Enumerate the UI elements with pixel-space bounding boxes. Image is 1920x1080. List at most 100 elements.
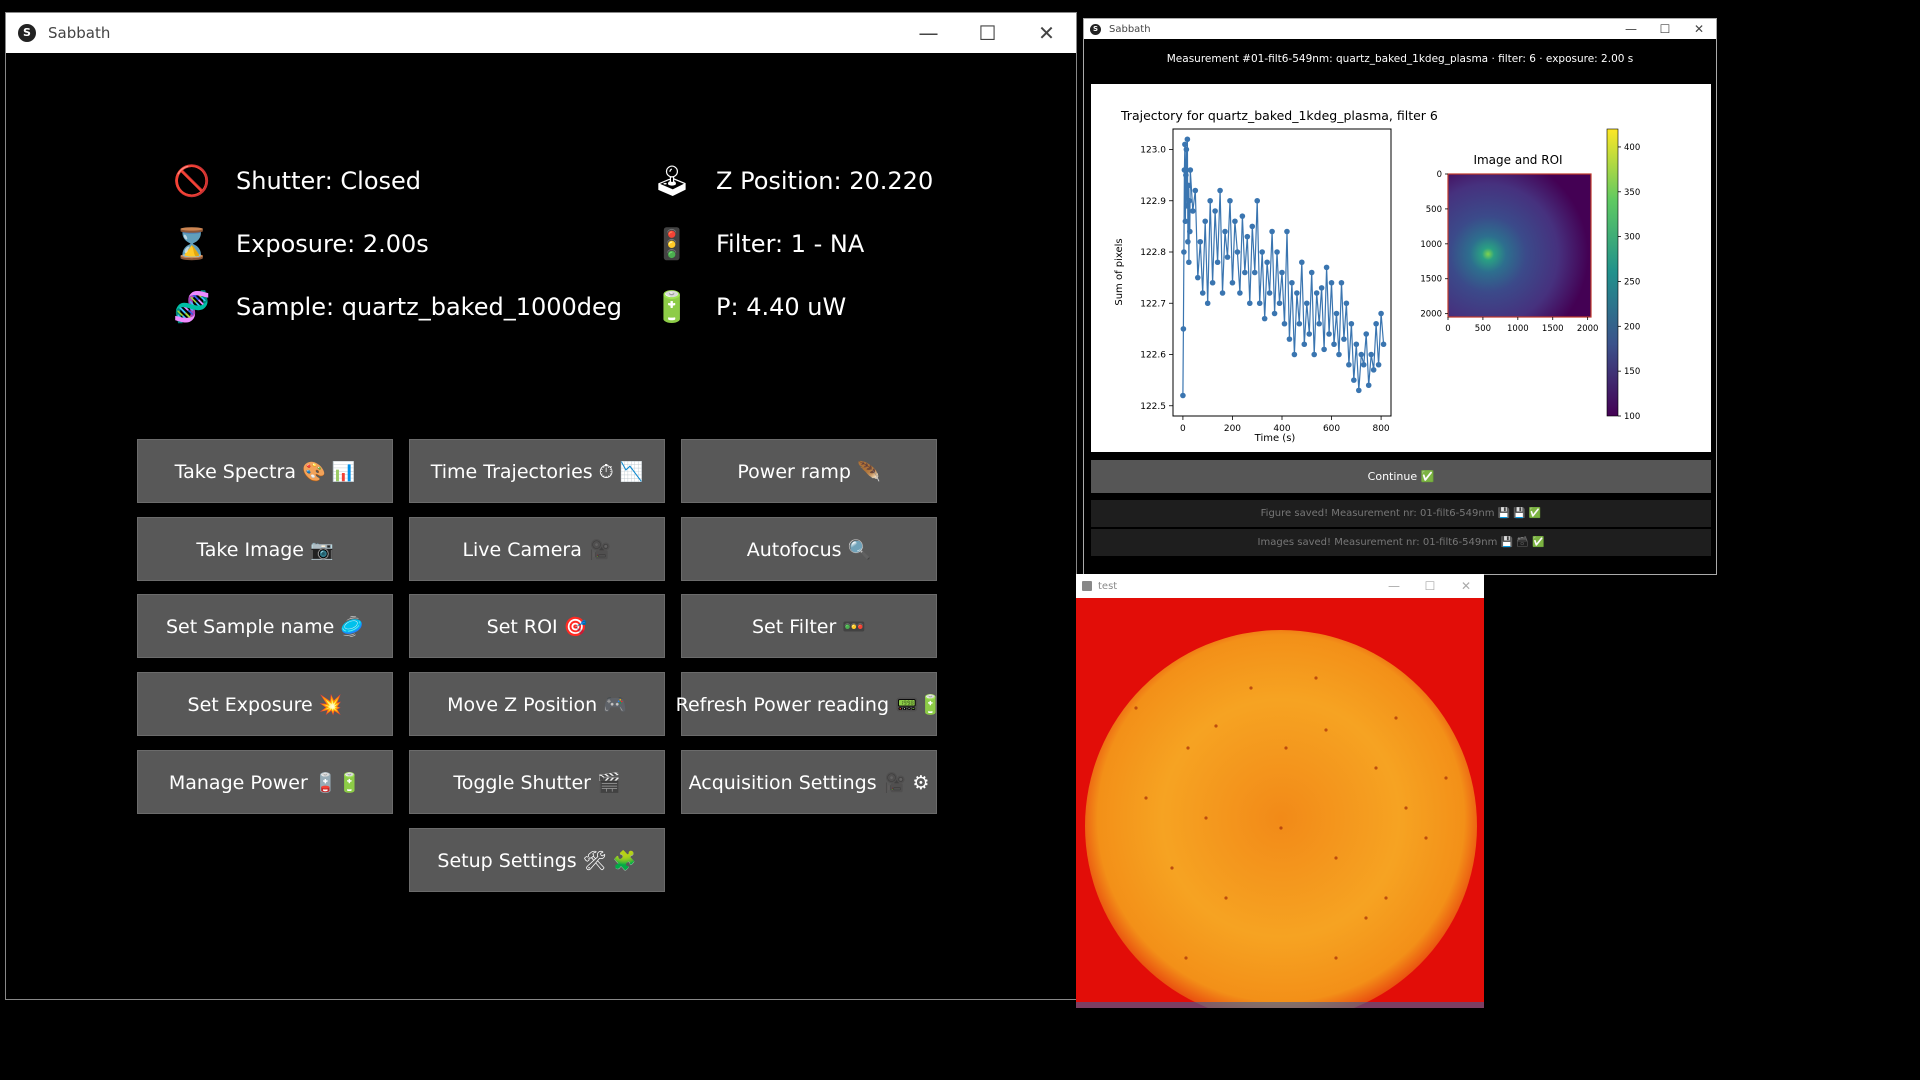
trajectory-point [1269, 228, 1275, 235]
battery-icon: 🔋 [653, 289, 691, 325]
trajectory-point [1328, 279, 1335, 286]
trajectory-point [1251, 269, 1258, 276]
trajectory-point [1373, 320, 1379, 327]
colorbar-tick-label: 300 [1624, 233, 1640, 243]
measurement-info: Measurement #01-filt6-549nm: quartz_bake… [1166, 53, 1634, 65]
trajectory-point [1284, 228, 1290, 235]
sample-status-text: Sample: quartz_baked_1000deg [236, 293, 623, 321]
trajectory-point [1187, 167, 1194, 173]
trajectory-point [1184, 136, 1191, 143]
joystick-icon: 🕹 [652, 163, 692, 199]
move-z-position-button[interactable]: Move Z Position 🎮 [409, 672, 665, 736]
trajectory-point [1222, 228, 1228, 235]
trajectory-point [1363, 331, 1370, 337]
maximize-icon[interactable]: ☐ [1412, 574, 1448, 598]
y-tick-label: 122.6 [1140, 351, 1166, 361]
figure-canvas: Trajectory for quartz_baked_1kdeg_plasma… [1091, 84, 1711, 452]
img-x-tick-label: 1000 [1507, 324, 1529, 334]
trajectory-point [1254, 197, 1261, 204]
minimize-icon[interactable]: — [899, 13, 958, 53]
hourglass-icon: ⌛ [173, 226, 211, 262]
img-y-tick-label: 500 [1426, 205, 1442, 215]
trajectory-point [1190, 208, 1196, 214]
live-camera-button[interactable]: Live Camera 🎥 [409, 517, 665, 581]
set-roi-button[interactable]: Set ROI 🎯 [409, 594, 665, 658]
trajectory-point [1181, 167, 1188, 173]
acquisition-settings-button[interactable]: Acquisition Settings 🎥 ⚙ [681, 750, 937, 814]
window-icon [1082, 581, 1092, 591]
trajectory-point [1343, 300, 1350, 307]
colorbar-tick-label: 200 [1624, 322, 1640, 332]
trajectory-xlabel: Time (s) [1254, 433, 1296, 444]
trajectory-point [1199, 290, 1206, 296]
trajectory-point [1271, 310, 1278, 317]
minimize-icon[interactable]: — [1614, 19, 1648, 39]
camera-image-svg [1076, 598, 1484, 1008]
app-icon: S [1090, 23, 1101, 35]
trajectory-point [1197, 238, 1204, 245]
trajectory-point [1368, 351, 1374, 358]
set-exposure-button[interactable]: Set Exposure 💥 [137, 672, 393, 736]
minimize-icon[interactable]: — [1376, 574, 1412, 598]
zpos-status-text: Z Position: 20.220 [716, 167, 934, 195]
image-roi-title: Image and ROI [1473, 153, 1562, 167]
trajectory-point [1331, 341, 1337, 348]
take-spectra-button[interactable]: Take Spectra 🎨 📊 [137, 439, 393, 503]
trajectory-point [1355, 387, 1362, 394]
camera-image-heatmap [1448, 174, 1591, 317]
toggle-shutter-button[interactable]: Toggle Shutter 🎬 [409, 750, 665, 814]
trajectory-point [1204, 300, 1211, 307]
set-sample-name-button[interactable]: Set Sample name 🥏 [137, 594, 393, 658]
trajectory-point [1244, 233, 1251, 240]
trajectory-point [1341, 336, 1347, 342]
close-icon[interactable]: ✕ [1017, 13, 1076, 53]
autofocus-button[interactable]: Autofocus 🔍 [681, 517, 937, 581]
trajectory-point [1237, 290, 1243, 296]
live-camera-image [1076, 598, 1484, 1008]
set-filter-button[interactable]: Set Filter 🚥 [681, 594, 937, 658]
trajectory-point [1212, 208, 1218, 214]
setup-settings-button[interactable]: Setup Settings 🛠 🧩 [409, 828, 665, 892]
trajectory-point [1192, 187, 1199, 194]
close-icon[interactable]: ✕ [1682, 19, 1716, 39]
trajectory-point [1291, 351, 1298, 358]
close-icon[interactable]: ✕ [1448, 574, 1484, 598]
x-tick-label: 600 [1323, 424, 1340, 434]
refresh-power-reading-button[interactable]: Refresh Power reading 📟🔋 [676, 672, 942, 736]
trajectory-point [1256, 300, 1263, 307]
img-x-tick-label: 2000 [1577, 324, 1599, 334]
trajectory-point [1351, 377, 1357, 383]
y-tick-label: 122.7 [1140, 299, 1166, 309]
colorbar-tick-label: 100 [1624, 412, 1640, 422]
continue-button[interactable]: Continue ✅ [1091, 460, 1711, 493]
main-titlebar[interactable]: S Sabbath — ☐ ✕ [6, 13, 1076, 53]
trajectory-point [1207, 197, 1213, 204]
trajectory-title: Trajectory for quartz_baked_1kdeg_plasma… [1120, 108, 1438, 123]
x-tick-label: 0 [1180, 424, 1186, 434]
test-titlebar[interactable]: test — ☐ ✕ [1076, 574, 1484, 598]
figure-svg: Trajectory for quartz_baked_1kdeg_plasma… [1114, 108, 1640, 444]
img-x-tick-label: 1500 [1542, 324, 1564, 334]
y-tick-label: 122.8 [1140, 248, 1166, 258]
take-image-button[interactable]: Take Image 📷 [137, 517, 393, 581]
trajectory-point [1296, 320, 1303, 327]
trajectory-point [1194, 274, 1201, 281]
power-ramp-button[interactable]: Power ramp 🪶 [681, 439, 937, 503]
x-tick-label: 200 [1224, 424, 1241, 434]
manage-power-button[interactable]: Manage Power 🪫🔋 [137, 750, 393, 814]
trajectory-point [1323, 264, 1330, 271]
trajectory-point [1227, 197, 1233, 204]
plot-titlebar[interactable]: S Sabbath — ☐ ✕ [1084, 19, 1716, 39]
maximize-icon[interactable]: ☐ [958, 13, 1017, 53]
trajectory-point [1318, 285, 1325, 291]
trajectory-point [1358, 351, 1365, 358]
trajectory-point [1180, 326, 1187, 332]
maximize-icon[interactable]: ☐ [1648, 19, 1682, 39]
colorbar-tick-label: 350 [1624, 188, 1640, 198]
filter-status-text: Filter: 1 - NA [716, 230, 865, 258]
trajectory-point [1214, 259, 1221, 266]
trajectory-point [1181, 249, 1187, 255]
trajectory-point [1306, 331, 1313, 337]
plot-window: S Sabbath — ☐ ✕ Measurement #01-filt6-54… [1083, 18, 1717, 575]
time-trajectories-button[interactable]: Time Trajectories ⏱ 📉 [409, 439, 665, 503]
